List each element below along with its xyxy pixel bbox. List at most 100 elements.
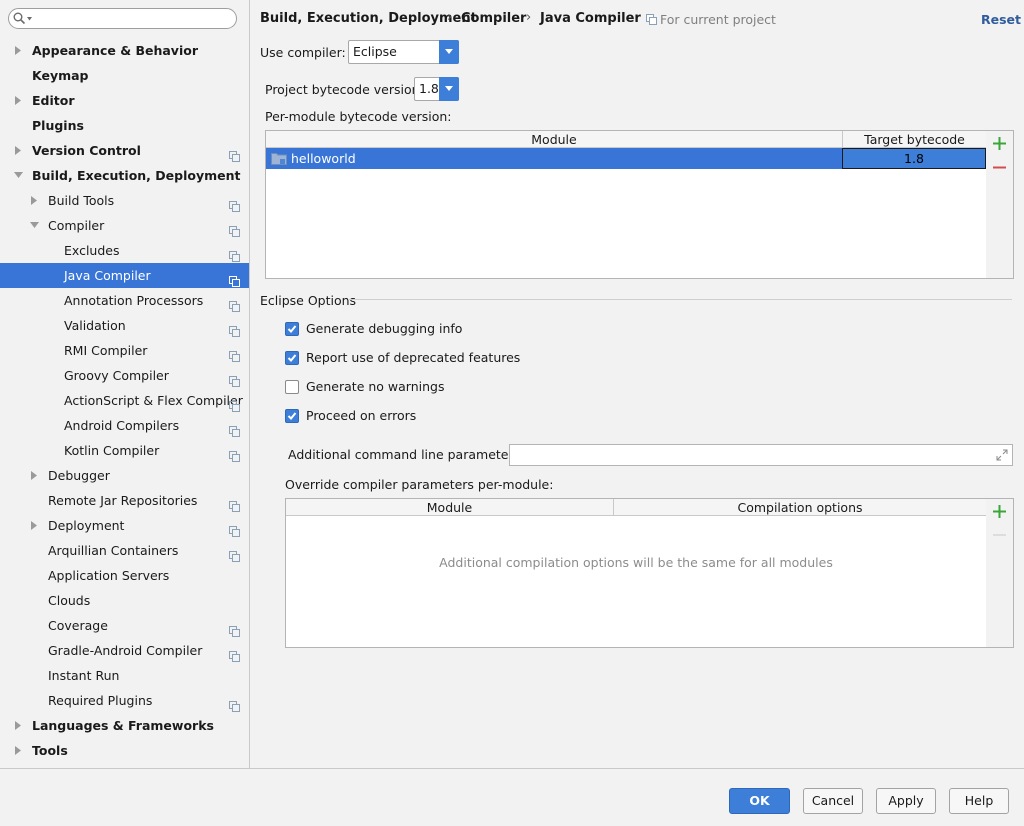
sidebar-item-label: Gradle-Android Compiler (48, 643, 203, 658)
sidebar-item-kotlin-compiler[interactable]: Kotlin Compiler (0, 438, 249, 463)
sidebar-item-label: Coverage (48, 618, 108, 633)
remove-icon (993, 534, 1006, 536)
sidebar-item-java-compiler[interactable]: Java Compiler (0, 263, 249, 288)
project-scope-icon (229, 245, 240, 262)
expand-arrow-down-icon[interactable] (30, 213, 42, 238)
checkbox-box[interactable] (285, 380, 299, 394)
sidebar-item-build-execution-deployment[interactable]: Build, Execution, Deployment (0, 163, 249, 188)
sidebar-item-label: Annotation Processors (64, 293, 204, 308)
chevron-down-icon (445, 86, 453, 91)
settings-sidebar: Appearance & Behavior Keymap Editor Plugins… (0, 0, 250, 768)
sidebar-item-appearance-and-behavior[interactable]: Appearance & Behavior (0, 38, 249, 63)
sidebar-item-instant-run[interactable]: Instant Run (0, 663, 249, 688)
expand-arrow-right-icon[interactable] (14, 713, 26, 738)
sidebar-item-excludes[interactable]: Excludes (0, 238, 249, 263)
target-bytecode-cell[interactable]: 1.8 (842, 148, 986, 169)
sidebar-item-validation[interactable]: Validation (0, 313, 249, 338)
table-row[interactable]: helloworld 1.8 (266, 148, 986, 169)
sidebar-item-compiler[interactable]: Compiler (0, 213, 249, 238)
sidebar-item-label: Version Control (32, 143, 141, 158)
cancel-button[interactable]: Cancel (803, 788, 863, 814)
cmd-params-input[interactable] (513, 446, 987, 465)
sidebar-item-android-compilers[interactable]: Android Compilers (0, 413, 249, 438)
use-compiler-dropdown-button[interactable] (439, 40, 459, 64)
sidebar-item-label: Languages & Frameworks (32, 718, 214, 733)
sidebar-item-tools[interactable]: Tools (0, 738, 249, 763)
sidebar-item-annotation-processors[interactable]: Annotation Processors (0, 288, 249, 313)
expand-arrow-right-icon[interactable] (14, 88, 26, 113)
override-table-toolbar (986, 498, 1014, 648)
eclipse-options-title: Eclipse Options (260, 293, 357, 308)
breadcrumb-build-execution-deployment[interactable]: Build, Execution, Deployment (260, 11, 477, 26)
sidebar-item-remote-jar-repositories[interactable]: Remote Jar Repositories (0, 488, 249, 513)
sidebar-item-label: Build Tools (48, 193, 115, 208)
sidebar-item-label: Tools (32, 743, 68, 758)
sidebar-item-coverage[interactable]: Coverage (0, 613, 249, 638)
sidebar-item-gradle-android-compiler[interactable]: Gradle-Android Compiler (0, 638, 249, 663)
reset-link[interactable]: Reset (981, 12, 1021, 27)
sidebar-item-label: Instant Run (48, 668, 120, 683)
expand-arrow-right-icon[interactable] (30, 513, 42, 538)
column-header-compilation-options[interactable]: Compilation options (614, 499, 986, 516)
expand-arrow-right-icon[interactable] (14, 138, 26, 163)
sidebar-item-deployment[interactable]: Deployment (0, 513, 249, 538)
add-icon[interactable] (993, 137, 1006, 150)
expand-arrow-right-icon[interactable] (14, 738, 26, 763)
column-header-module[interactable]: Module (286, 499, 614, 516)
sidebar-item-build-tools[interactable]: Build Tools (0, 188, 249, 213)
expand-arrow-right-icon[interactable] (30, 188, 42, 213)
sidebar-item-label: Java Compiler (64, 268, 151, 283)
sidebar-item-label: Arquillian Containers (48, 543, 179, 558)
sidebar-item-label: RMI Compiler (64, 343, 148, 358)
module-bytecode-table[interactable]: Module Target bytecode version helloworl… (265, 130, 987, 279)
sidebar-item-arquillian-containers[interactable]: Arquillian Containers (0, 538, 249, 563)
expand-arrow-right-icon[interactable] (30, 463, 42, 488)
project-scope-icon (229, 695, 240, 712)
column-header-target-bytecode[interactable]: Target bytecode version (843, 131, 986, 164)
bytecode-version-dropdown-button[interactable] (439, 77, 459, 101)
sidebar-item-debugger[interactable]: Debugger (0, 463, 249, 488)
sidebar-item-editor[interactable]: Editor (0, 88, 249, 113)
bytecode-version-dropdown[interactable]: 1.8 (414, 77, 459, 101)
help-button[interactable]: Help (949, 788, 1009, 814)
sidebar-item-groovy-compiler[interactable]: Groovy Compiler (0, 363, 249, 388)
breadcrumb-compiler[interactable]: Compiler (461, 11, 526, 26)
section-divider (348, 299, 1012, 300)
sidebar-item-application-servers[interactable]: Application Servers (0, 563, 249, 588)
sidebar-item-keymap[interactable]: Keymap (0, 63, 249, 88)
sidebar-item-clouds[interactable]: Clouds (0, 588, 249, 613)
ok-button[interactable]: OK (729, 788, 790, 814)
apply-button[interactable]: Apply (876, 788, 936, 814)
per-module-label: Per-module bytecode version: (265, 109, 452, 124)
sidebar-item-label: Android Compilers (64, 418, 180, 433)
project-scope-icon (229, 295, 240, 312)
column-header-module[interactable]: Module (266, 131, 843, 148)
search-input[interactable] (34, 10, 234, 29)
remove-icon[interactable] (993, 161, 1006, 174)
checkbox-box[interactable] (285, 322, 299, 336)
checkbox-box[interactable] (285, 351, 299, 365)
sidebar-item-actionscript-and-flex-compiler[interactable]: ActionScript & Flex Compiler (0, 388, 249, 413)
expand-arrow-down-icon[interactable] (14, 163, 26, 188)
sidebar-item-label: Required Plugins (48, 693, 153, 708)
expand-arrow-right-icon[interactable] (14, 38, 26, 63)
module-name: helloworld (291, 151, 356, 166)
search-options-arrow-icon[interactable] (27, 17, 32, 21)
breadcrumb-separator: › (526, 10, 532, 25)
chevron-down-icon (445, 49, 453, 54)
sidebar-item-version-control[interactable]: Version Control (0, 138, 249, 163)
sidebar-item-plugins[interactable]: Plugins (0, 113, 249, 138)
sidebar-item-rmi-compiler[interactable]: RMI Compiler (0, 338, 249, 363)
sidebar-item-label: Application Servers (48, 568, 170, 583)
project-scope-icon (229, 195, 240, 212)
project-scope-icon (229, 395, 240, 412)
settings-search-field[interactable] (8, 8, 237, 29)
sidebar-item-required-plugins[interactable]: Required Plugins (0, 688, 249, 713)
checkbox-box[interactable] (285, 409, 299, 423)
override-params-table[interactable]: Module Compilation options Additional co… (285, 498, 987, 648)
sidebar-item-languages-and-frameworks[interactable]: Languages & Frameworks (0, 713, 249, 738)
expand-icon[interactable] (996, 449, 1008, 461)
cmd-params-field[interactable] (509, 444, 1013, 466)
use-compiler-dropdown[interactable]: Eclipse (348, 40, 459, 64)
add-icon[interactable] (993, 505, 1006, 518)
